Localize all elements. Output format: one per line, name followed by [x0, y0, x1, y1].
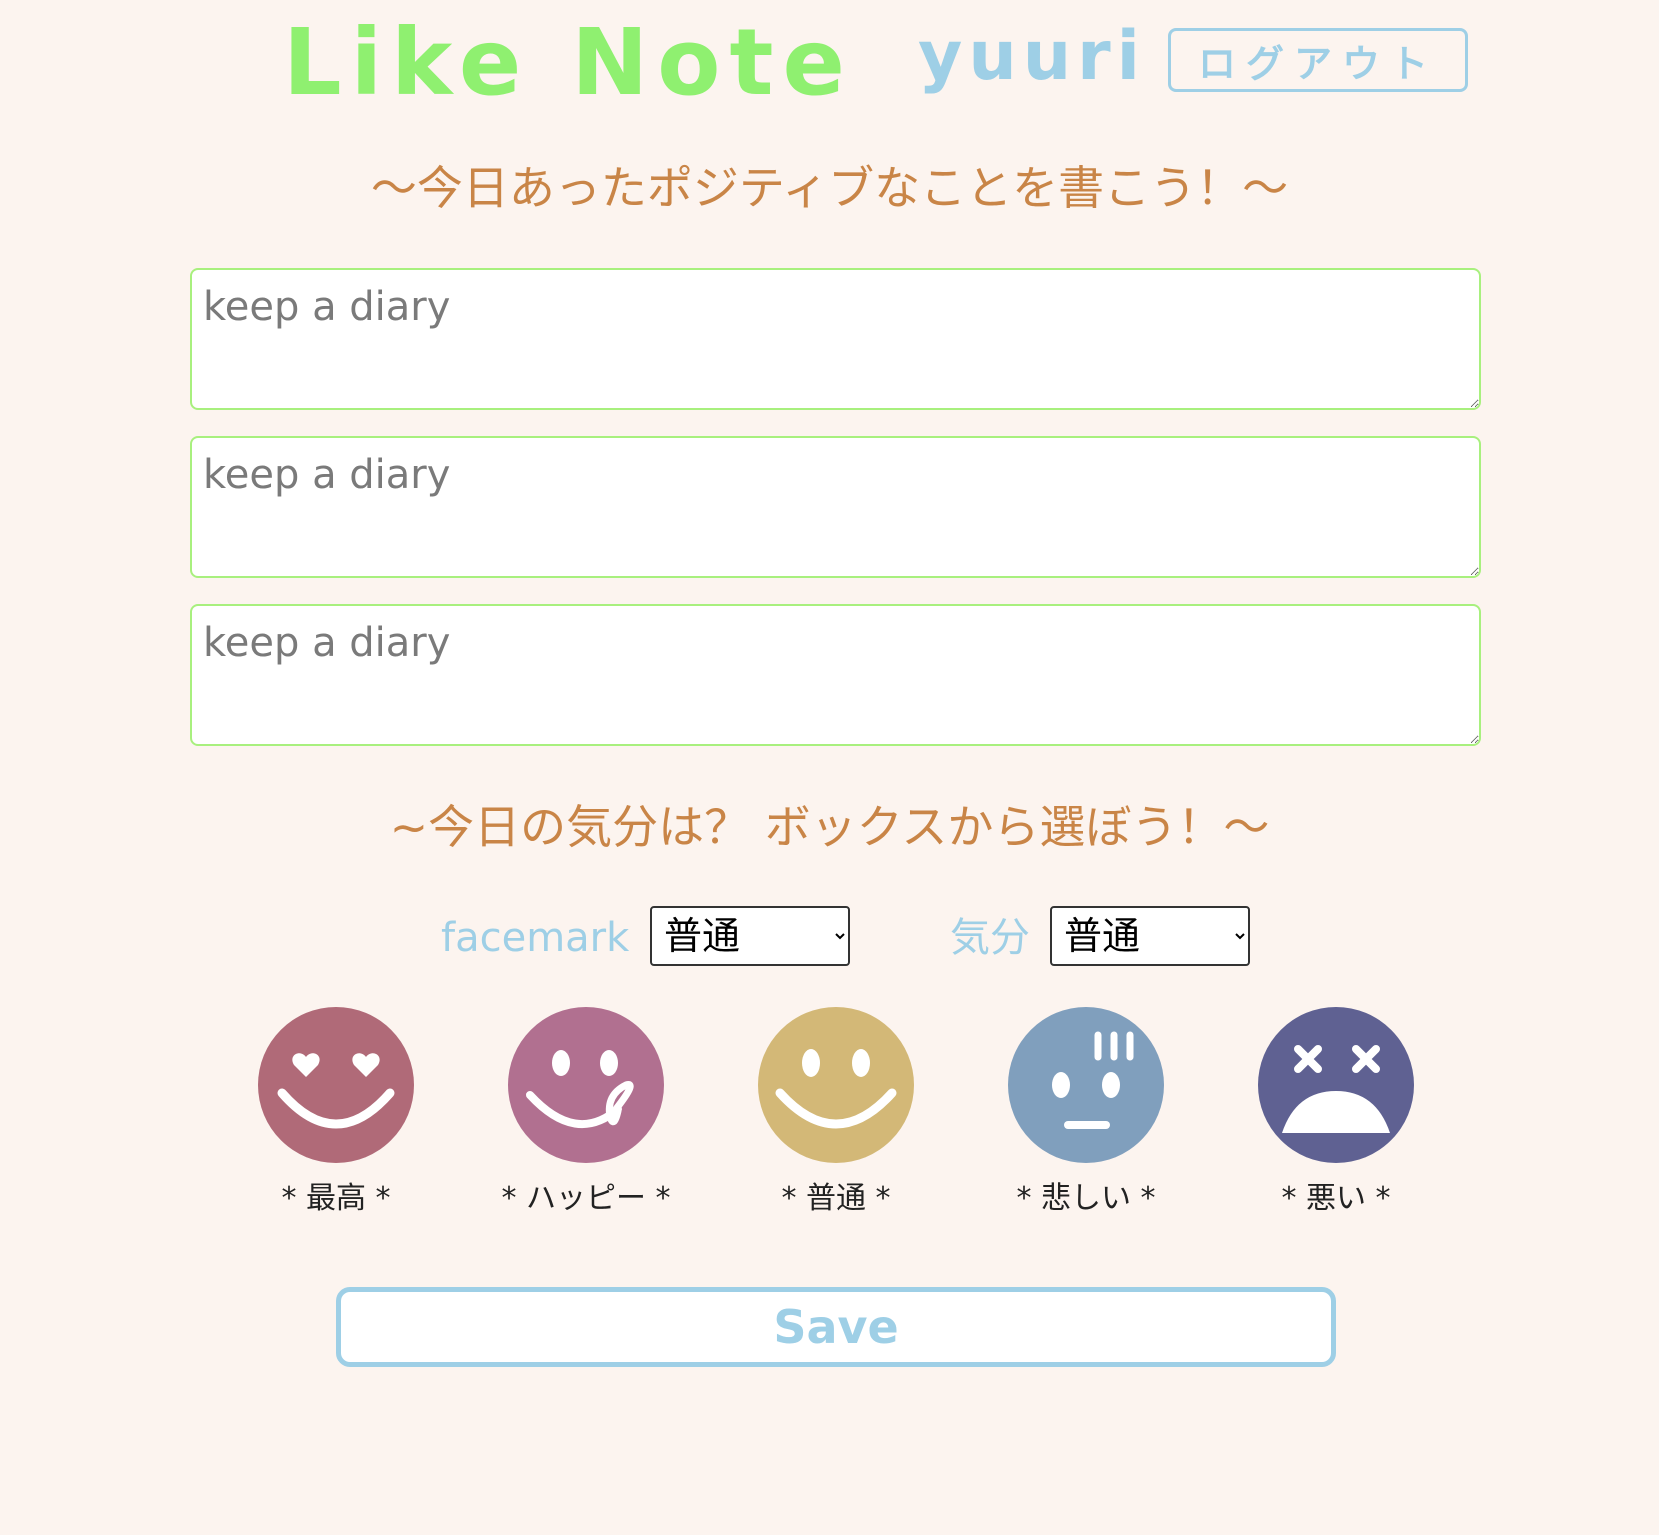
- mood-selects-row: facemark 普通 気分 普通: [0, 906, 1659, 968]
- smile-face-icon: [758, 1007, 914, 1163]
- mood-label: 気分: [950, 915, 1030, 961]
- diary-heading: 〜今日あったポジティブなことを書こう！〜: [370, 161, 1289, 215]
- face-circle: [758, 1007, 914, 1163]
- diary-field-1[interactable]: [190, 268, 1481, 410]
- face-item-normal[interactable]: * 普通 *: [736, 1005, 936, 1219]
- face-item-best[interactable]: * 最高 *: [236, 1005, 436, 1219]
- face-circle: [258, 1007, 414, 1163]
- heart-eyes-face-icon: [258, 1007, 414, 1163]
- facemark-label: facemark: [441, 915, 630, 961]
- face-caption-sad: * 悲しい *: [1016, 1181, 1156, 1216]
- facemark-select[interactable]: 普通: [650, 906, 850, 966]
- face-item-happy[interactable]: * ハッピー *: [486, 1005, 686, 1219]
- app-title: Like Note: [283, 9, 854, 116]
- logout-button[interactable]: ログアウト: [1168, 28, 1468, 92]
- save-button[interactable]: Save: [336, 1287, 1336, 1367]
- dizzy-sad-face-icon: [1258, 1007, 1414, 1163]
- face-item-sad[interactable]: * 悲しい *: [986, 1005, 1186, 1219]
- faces-row: * 最高 * * ハッピー * * 普通 * * 悲しい * * 悪い *: [0, 1005, 1659, 1225]
- face-caption-normal: * 普通 *: [781, 1181, 891, 1216]
- mood-select[interactable]: 普通: [1050, 906, 1250, 966]
- face-circle: [1008, 1007, 1164, 1163]
- face-caption-happy: * ハッピー *: [501, 1181, 671, 1216]
- user-name: yuuri: [918, 17, 1146, 96]
- page: Like Note yuuri ログアウト 〜今日あったポジティブなことを書こう…: [0, 0, 1659, 1535]
- face-item-bad[interactable]: * 悪い *: [1236, 1005, 1436, 1219]
- shocked-face-icon: [1008, 1007, 1164, 1163]
- tongue-face-icon: [508, 1007, 664, 1163]
- diary-field-3[interactable]: [190, 604, 1481, 746]
- header: Like Note yuuri ログアウト: [0, 0, 1659, 120]
- face-caption-bad: * 悪い *: [1281, 1181, 1391, 1216]
- face-circle: [508, 1007, 664, 1163]
- face-circle: [1258, 1007, 1414, 1163]
- face-caption-best: * 最高 *: [281, 1181, 391, 1216]
- mood-heading: ~今日の気分は？ ボックスから選ぼう！〜: [389, 800, 1270, 854]
- diary-field-2[interactable]: [190, 436, 1481, 578]
